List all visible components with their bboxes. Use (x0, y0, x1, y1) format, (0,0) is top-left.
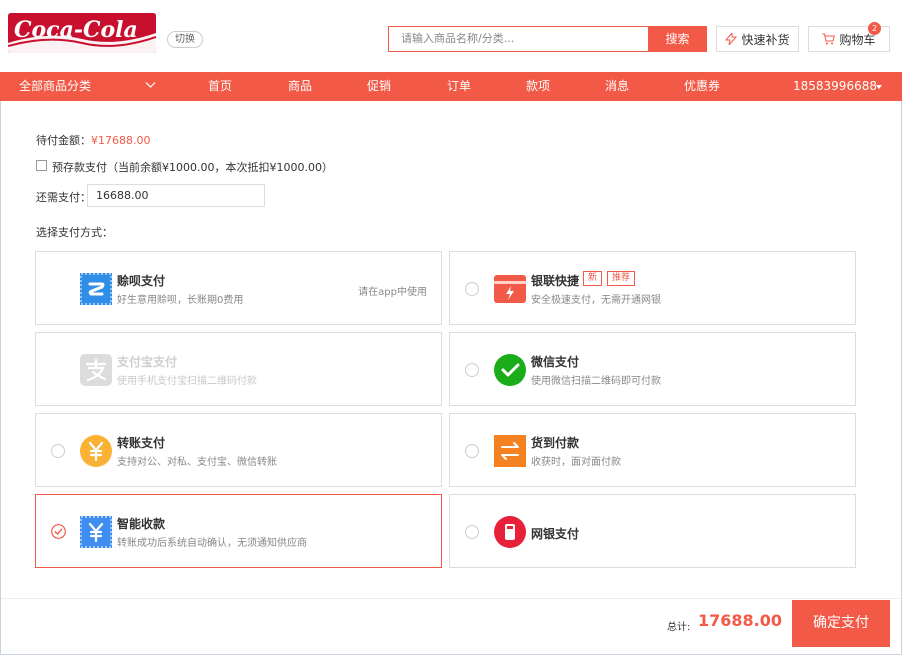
smart-collect-icon (80, 516, 112, 548)
header: Coca-Cola 切换 请输入商品名称/分类... 搜索 快速补货 购物车 2 (0, 0, 902, 72)
lightning-icon (725, 33, 738, 45)
method-desc: 使用手机支付宝扫描二维码付款 (117, 376, 257, 387)
cart-count-badge: 2 (868, 22, 881, 35)
method-title: 网银支付 (531, 527, 580, 541)
logo-image: Coca-Cola (8, 13, 156, 53)
nav-item-products[interactable]: 商品 (288, 72, 312, 101)
tag-new: 新 (583, 271, 603, 286)
nav-item-orders[interactable]: 订单 (447, 72, 471, 101)
radio-unchecked[interactable] (465, 444, 479, 458)
method-card-alipay[interactable]: 支付宝支付 使用手机支付宝扫描二维码付款 (35, 332, 442, 406)
tag-recommend: 推荐 (607, 271, 636, 286)
switch-button[interactable]: 切换 (167, 31, 203, 48)
method-title: 智能收款 (117, 517, 166, 531)
quick-restock-label: 快速补货 (741, 32, 790, 47)
logo-lettering: Coca-Cola (14, 17, 138, 43)
method-title: 微信支付 (531, 355, 580, 369)
online-banking-icon (494, 516, 526, 548)
method-title: 赊呗支付 (117, 274, 166, 288)
nav-all-categories[interactable]: 全部商品分类 (19, 72, 91, 101)
method-desc: 收获时，面对面付款 (531, 457, 621, 468)
shebei-icon (80, 273, 112, 305)
confirm-payment-button[interactable]: 确定支付 (792, 600, 890, 647)
pending-amount-row: 待付金额：¥17688.00 (36, 132, 151, 148)
method-card-online-banking[interactable]: 网银支付 (449, 494, 856, 568)
method-card-transfer[interactable]: 转账支付 支持对公、对私、支付宝、微信转账 (35, 413, 442, 487)
radio-unchecked[interactable] (465, 363, 479, 377)
radio-checked-icon[interactable] (51, 524, 66, 539)
method-title: 转账支付 (117, 436, 166, 450)
total-amount: 17688.00 (698, 611, 783, 630)
quick-restock-button[interactable]: 快速补货 (716, 26, 799, 52)
method-title: 银联快捷 (531, 274, 580, 288)
total-label: 总计: (667, 622, 691, 633)
alipay-icon (80, 354, 112, 386)
pending-amount-value: ¥17688.00 (91, 134, 151, 147)
method-desc: 支持对公、对私、支付宝、微信转账 (117, 457, 277, 468)
method-desc: 转账成功后系统自动确认，无须通知供应商 (117, 538, 307, 549)
caret-down-icon[interactable] (876, 85, 882, 89)
remaining-amount-input[interactable]: 16688.00 (87, 184, 265, 207)
method-title: 支付宝支付 (117, 355, 178, 369)
radio-unchecked[interactable] (51, 444, 65, 458)
method-desc: 使用微信扫描二维码即可付款 (531, 376, 661, 387)
remaining-label: 还需支付： (36, 191, 91, 204)
transfer-yuan-icon (80, 435, 112, 467)
method-desc: 好生意用赊呗，长账期0费用 (117, 295, 244, 306)
method-card-cod[interactable]: 货到付款 收获时，面对面付款 (449, 413, 856, 487)
method-card-wechat[interactable]: 微信支付 使用微信扫描二维码即可付款 (449, 332, 856, 406)
unionpay-quick-icon (494, 275, 526, 303)
wechat-pay-icon (494, 354, 526, 386)
chevron-down-icon[interactable] (145, 81, 156, 89)
user-phone-menu[interactable]: 18583996688 (793, 72, 877, 101)
coca-cola-logo[interactable]: Coca-Cola (8, 13, 156, 53)
method-card-smart-collect[interactable]: 智能收款 转账成功后系统自动确认，无须通知供应商 (35, 494, 442, 568)
cart-button[interactable]: 购物车 2 (808, 22, 890, 52)
search-input[interactable]: 请输入商品名称/分类... (388, 26, 648, 52)
method-card-unionpay-quick[interactable]: 银联快捷 新 推荐 安全极速支付，无需开通网银 (449, 251, 856, 325)
method-desc: 安全极速支付，无需开通网银 (531, 295, 661, 306)
nav-item-home[interactable]: 首页 (208, 72, 232, 101)
cart-icon (822, 33, 836, 45)
cash-on-delivery-icon (494, 435, 526, 467)
search-button[interactable]: 搜索 (648, 26, 707, 52)
nav-item-payments[interactable]: 款项 (526, 72, 550, 101)
pending-amount-label: 待付金额： (36, 134, 91, 147)
method-section-label: 选择支付方式： (36, 226, 113, 239)
checkout-footer: 总计: 17688.00 确定支付 (1, 598, 901, 654)
prepaid-checkbox[interactable] (36, 160, 47, 171)
main-nav: 全部商品分类 首页 商品 促销 订单 款项 消息 优惠券 18583996688 (0, 72, 902, 101)
method-card-shebei[interactable]: 赊呗支付 好生意用赊呗，长账期0费用 请在app中使用 (35, 251, 442, 325)
method-hint: 请在app中使用 (358, 287, 427, 298)
radio-unchecked[interactable] (465, 282, 479, 296)
method-title: 货到付款 (531, 436, 580, 450)
nav-item-coupons[interactable]: 优惠券 (684, 72, 720, 101)
nav-item-promotions[interactable]: 促销 (367, 72, 391, 101)
nav-item-messages[interactable]: 消息 (605, 72, 629, 101)
prepaid-label: 预存款支付（当前余额¥1000.00，本次抵扣¥1000.00） (52, 161, 333, 174)
radio-unchecked[interactable] (465, 525, 479, 539)
